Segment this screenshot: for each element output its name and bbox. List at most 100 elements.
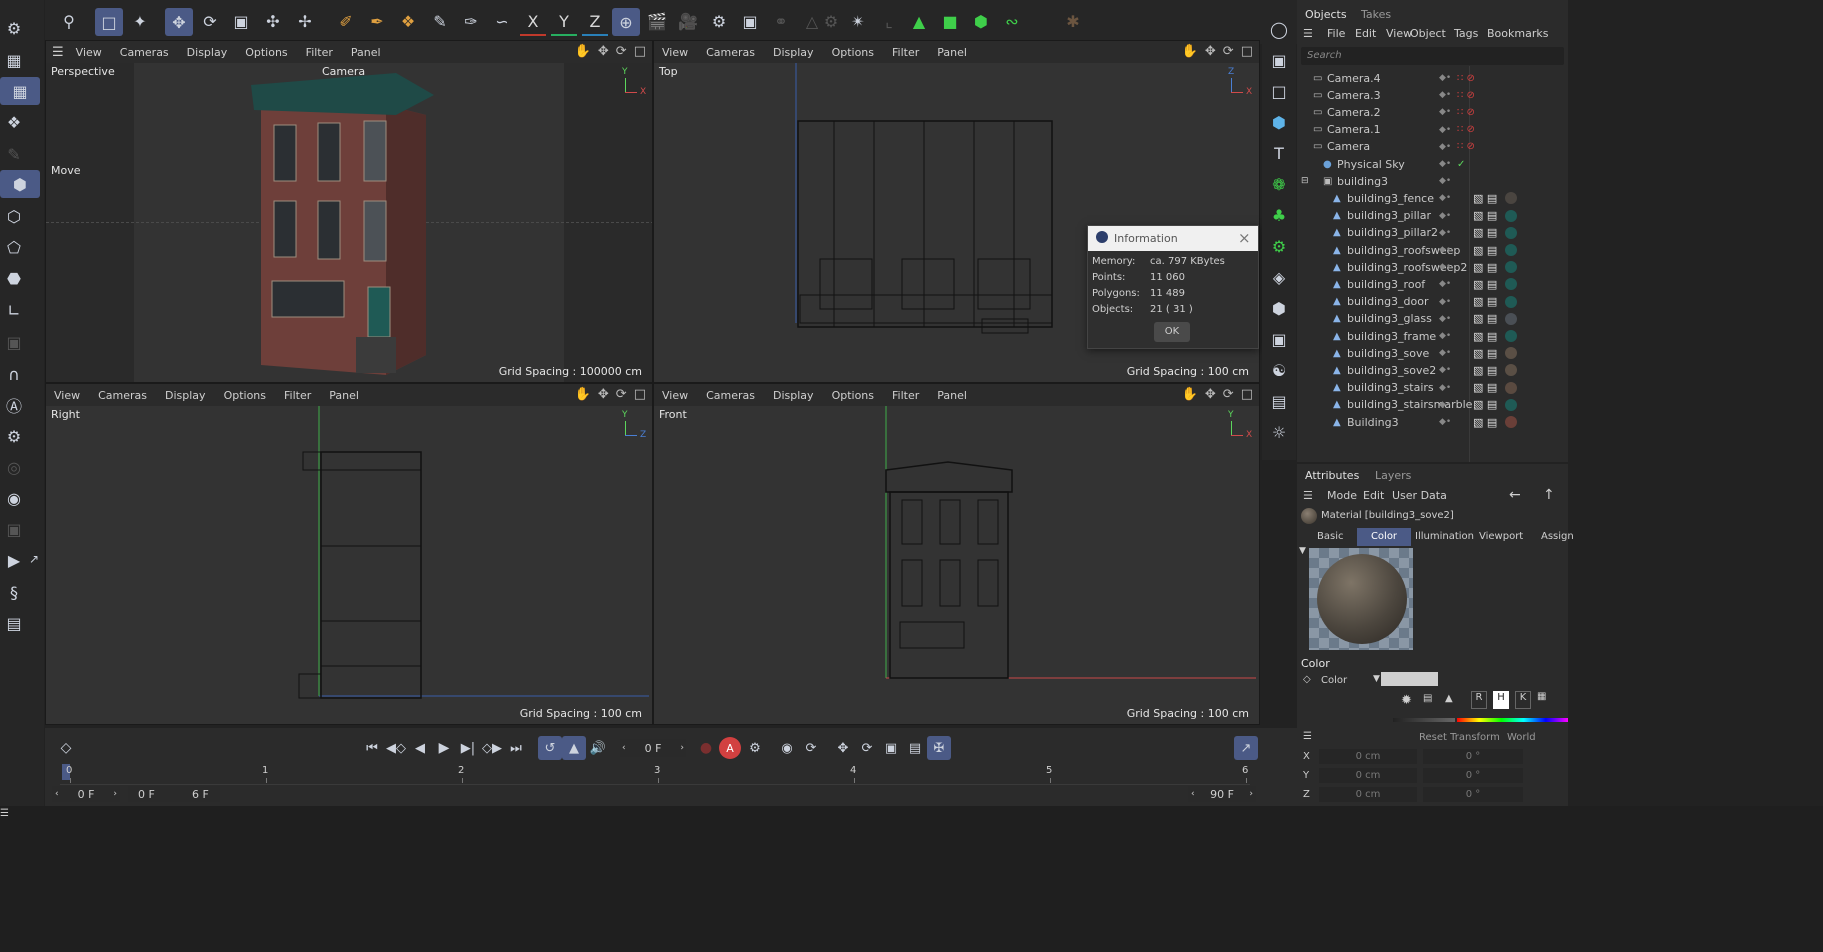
key-rotate-icon[interactable]: ⟳ [855, 736, 879, 760]
menu-view[interactable]: View [1386, 27, 1412, 40]
camera-tag-icon[interactable]: ∷ ⊘ [1457, 73, 1475, 84]
material-tag-icon[interactable] [1505, 226, 1517, 239]
end-frame-field[interactable]: ‹ 90 F › [1188, 786, 1256, 802]
material-tag-icon[interactable] [1505, 278, 1517, 291]
check-icon[interactable]: ✓ [1457, 159, 1465, 170]
subtab-assign[interactable]: Assign [1541, 531, 1574, 542]
green-box-icon[interactable]: ⬢ [968, 8, 994, 34]
key-scale-icon[interactable]: ▣ [879, 736, 903, 760]
zoom-icon[interactable]: ✥ [598, 387, 609, 402]
visibility-dots-icon[interactable]: ◆• [1439, 73, 1451, 83]
visibility-dots-icon[interactable]: ◆• [1439, 314, 1451, 324]
menu-panel[interactable]: Panel [329, 389, 359, 402]
effector-icon[interactable]: ⚙ [1266, 233, 1292, 259]
tab-takes[interactable]: Takes [1361, 8, 1391, 21]
autokey-icon[interactable]: A [719, 737, 741, 759]
menu-user-data[interactable]: User Data [1392, 489, 1447, 502]
subtab-viewport[interactable]: Viewport [1479, 531, 1523, 542]
corner-icon[interactable]: ⌞ [876, 8, 902, 34]
chevron-down-icon[interactable]: ▼ [1299, 546, 1306, 556]
cloner-icon[interactable]: ❁ [1266, 171, 1292, 197]
key-pla-icon[interactable]: ✠ [927, 736, 951, 760]
text-icon[interactable]: T [1266, 140, 1292, 166]
menu-display[interactable]: Display [773, 389, 814, 402]
render-settings-icon[interactable]: ⚙ [706, 8, 732, 34]
world-space-dropdown[interactable]: World [1507, 732, 1536, 743]
disabled-texture-icon[interactable]: ▣ [2, 330, 26, 354]
knife-icon[interactable]: ✎ [427, 8, 453, 34]
texture-tag-icon[interactable]: ▧ ▤ [1473, 330, 1497, 343]
color-wheel-icon[interactable]: ✹ [1401, 693, 1412, 708]
next-frame-icon[interactable]: ▶| [456, 736, 480, 760]
mograph-icon[interactable]: ♣ [1266, 202, 1292, 228]
polygon-mode-icon[interactable]: ⬢ [0, 170, 40, 198]
next-key-icon[interactable]: ◇▶ [480, 736, 504, 760]
workplane-icon[interactable]: ▦ [0, 77, 40, 105]
viewport-nav-icons[interactable]: ✋ ✥ ⟳ □ [1182, 387, 1253, 402]
material-tag-icon[interactable] [1505, 347, 1517, 360]
menu-edit[interactable]: Edit [1355, 27, 1376, 40]
model-icon[interactable]: ❖ [2, 110, 26, 134]
close-icon[interactable]: × [1238, 229, 1251, 247]
subtab-basic[interactable]: Basic [1317, 531, 1343, 542]
menu-filter[interactable]: Filter [892, 389, 919, 402]
menu-mode[interactable]: Mode [1327, 489, 1357, 502]
texture-tag-icon[interactable]: ▧ ▤ [1473, 192, 1497, 205]
menu-view[interactable]: View [662, 46, 688, 59]
material-tag-icon[interactable] [1505, 381, 1517, 394]
spectrum-icon[interactable]: ▤ [1423, 693, 1432, 704]
start-frame-field[interactable]: ‹ 0 F › [52, 786, 120, 802]
scene-icon[interactable]: ▣ [1266, 326, 1292, 352]
menu-cameras[interactable]: Cameras [120, 46, 169, 59]
key-settings-icon[interactable]: ⚙ [743, 736, 767, 760]
visibility-dots-icon[interactable]: ◆• [1439, 365, 1451, 375]
link-icon[interactable]: ⚭ [768, 8, 794, 34]
rotation-field[interactable]: 0 ° [1423, 749, 1523, 764]
material-tag-icon[interactable] [1505, 330, 1517, 342]
value-gradient[interactable] [1393, 718, 1455, 722]
play-icon[interactable]: ▶ [432, 736, 456, 760]
external-link-icon[interactable]: ↗ [26, 550, 42, 568]
frame-rate-icon[interactable]: ▲ [562, 736, 586, 760]
disabled-brush-icon[interactable]: ✎ [2, 142, 26, 166]
keyframe-diamond-icon[interactable]: ◇ [54, 736, 78, 760]
field-icon[interactable]: ⬢ [1266, 295, 1292, 321]
go-to-end-icon[interactable]: ⏭ [504, 736, 528, 760]
key-param-icon[interactable]: ▤ [903, 736, 927, 760]
menu-view[interactable]: View [54, 389, 80, 402]
axis-y-button[interactable]: Y [551, 8, 577, 36]
polygon-pen-icon[interactable]: ❖ [395, 8, 421, 34]
keyframe-icon[interactable]: ◇ [1303, 674, 1311, 685]
tab-objects[interactable]: Objects [1305, 8, 1347, 21]
hamburger-icon[interactable]: ☰ [1303, 731, 1312, 742]
tab-layers[interactable]: Layers [1375, 469, 1411, 482]
null-object-icon[interactable]: ▣ [1266, 47, 1292, 73]
zoom-icon[interactable]: ✥ [598, 44, 609, 59]
camera-tag-icon[interactable]: ∷ ⊘ [1457, 141, 1475, 152]
color-swatch[interactable] [1381, 672, 1438, 686]
material-tag-icon[interactable] [1505, 295, 1517, 308]
visibility-dots-icon[interactable]: ◆• [1439, 107, 1451, 117]
edge-mode-icon[interactable]: ⬡ [2, 204, 26, 228]
orbit-icon[interactable]: ⟳ [1223, 387, 1234, 402]
camera-tag-icon[interactable]: ∷ ⊘ [1457, 124, 1475, 135]
scale-tool-icon[interactable]: ▣ [228, 8, 254, 34]
settings-icon[interactable]: ⚙ [2, 16, 26, 40]
menu-bookmarks[interactable]: Bookmarks [1487, 27, 1548, 40]
sphere-icon[interactable]: ◯ [1266, 16, 1292, 42]
texture-tag-icon[interactable]: ▧ ▤ [1473, 416, 1497, 429]
menu-file[interactable]: File [1327, 27, 1345, 40]
color-dropdown-icon[interactable]: ▼ [1373, 674, 1380, 684]
menu-view[interactable]: View [76, 46, 102, 59]
material-tag-icon[interactable] [1505, 192, 1517, 205]
material-tag-icon[interactable] [1505, 312, 1517, 325]
transform-tool-icon[interactable]: ✣ [260, 8, 286, 34]
position-field[interactable]: 0 cm [1319, 768, 1417, 783]
render-view-icon[interactable]: 🎬 [644, 8, 670, 34]
collapse-toggle-icon[interactable]: ⊟ [1301, 176, 1309, 186]
pan-icon[interactable]: ✋ [575, 44, 591, 59]
visibility-dots-icon[interactable]: ◆• [1439, 176, 1451, 186]
key-rot-icon[interactable]: ⟳ [799, 736, 823, 760]
visibility-dots-icon[interactable]: ◆• [1439, 279, 1451, 289]
menu-options[interactable]: Options [224, 389, 266, 402]
